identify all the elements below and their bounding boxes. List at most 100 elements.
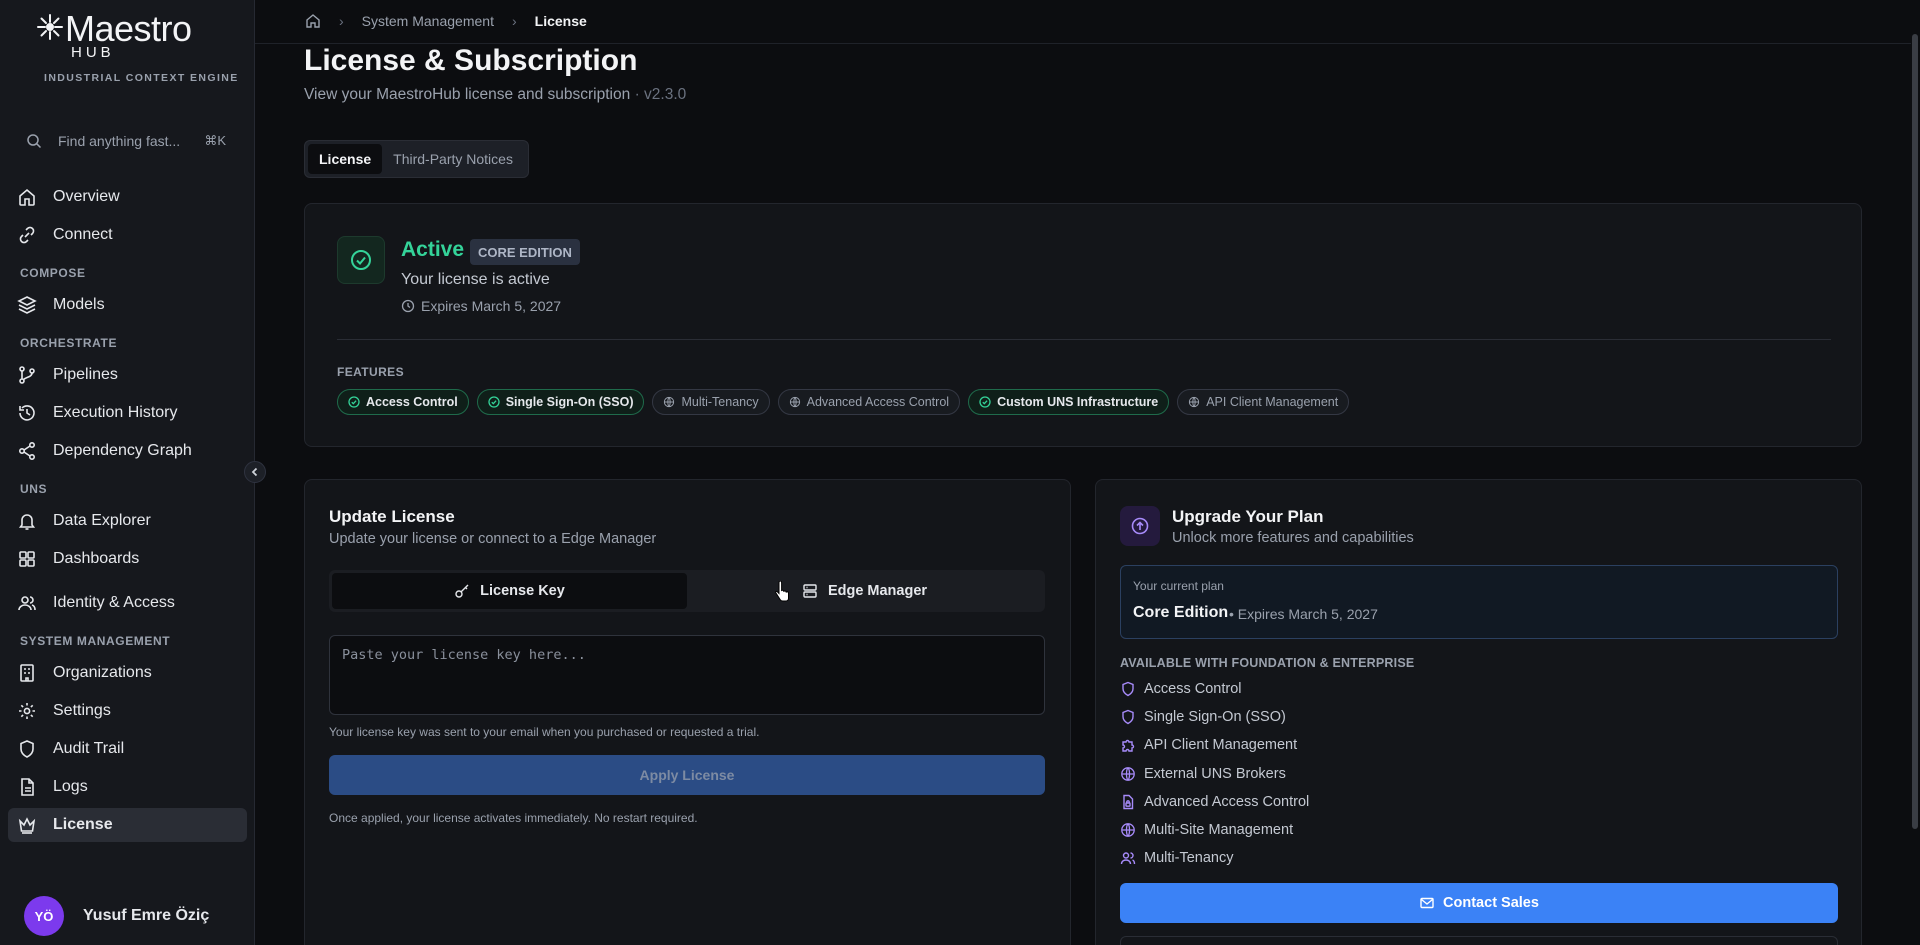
history-icon [19, 405, 35, 421]
feature-pill: Advanced Access Control [777, 389, 961, 415]
license-status: Active [401, 238, 465, 261]
available-feature-item: External UNS Brokers [1120, 763, 1520, 785]
sidebar-item-label: Logs [53, 778, 88, 795]
page-subtitle-text: View your MaestroHub license and subscri… [304, 86, 631, 103]
sidebar-collapse-button[interactable] [244, 461, 266, 483]
sidebar-item-connect[interactable]: Connect [8, 218, 247, 252]
chevron-right-icon: › [339, 13, 344, 29]
check-circle-icon [979, 396, 991, 408]
globe-icon [1188, 396, 1200, 408]
sidebar-item-pipelines[interactable]: Pipelines [8, 358, 247, 392]
chevron-left-icon [251, 467, 258, 477]
update-license-title: Update License [329, 507, 455, 526]
current-plan-box: Your current plan Core Edition • Expires… [1120, 565, 1838, 639]
apply-note: Once applied, your license activates imm… [329, 811, 698, 825]
current-plan-name: Core Edition [1133, 604, 1229, 621]
feature-pill: Custom UNS Infrastructure [968, 389, 1170, 415]
upgrade-plan-card: Upgrade Your Plan Unlock more features a… [1095, 479, 1862, 945]
breadcrumb-parent[interactable]: System Management [362, 13, 494, 29]
top-bar: › System Management › License [255, 0, 1920, 44]
upgrade-title: Upgrade Your Plan [1172, 507, 1324, 526]
users-icon [1120, 850, 1136, 866]
sidebar-item-data-explorer[interactable]: Data Explorer [8, 504, 247, 538]
crown-icon [18, 817, 36, 834]
available-feature-item: Advanced Access Control [1120, 791, 1520, 813]
brand-logo[interactable]: Maestro HUB INDUSTRIAL CONTEXT ENGINE [37, 10, 237, 84]
globe-icon [1120, 822, 1136, 838]
brand-tagline: INDUSTRIAL CONTEXT ENGINE [44, 72, 239, 84]
users-icon [18, 596, 36, 611]
license-key-hint: Your license key was sent to your email … [329, 725, 760, 739]
search-placeholder: Find anything fast... [58, 133, 181, 149]
page-subtitle: View your MaestroHub license and subscri… [304, 86, 686, 104]
maestro-logo-icon [37, 14, 63, 40]
license-status-message: Your license is active [401, 271, 550, 288]
available-feature-label: Single Sign-On (SSO) [1144, 709, 1286, 726]
breadcrumb-current: License [534, 13, 587, 29]
search-box[interactable]: Find anything fast... ⌘K [26, 130, 226, 152]
user-profile[interactable]: YÖ Yusuf Emre Öziç [24, 896, 209, 936]
sidebar-item-settings[interactable]: Settings [8, 694, 247, 728]
shield-icon [1120, 681, 1136, 697]
contact-sales-button[interactable]: Contact Sales [1120, 883, 1838, 923]
key-icon [455, 584, 469, 598]
sidebar-item-label: Connect [53, 226, 113, 243]
scrollbar-thumb[interactable] [1912, 34, 1918, 829]
available-feature-item: API Client Management [1120, 734, 1520, 756]
puzzle-icon [1120, 737, 1136, 753]
check-circle-icon [348, 396, 360, 408]
clock-icon [401, 299, 415, 313]
sidebar-item-logs[interactable]: Logs [8, 770, 247, 804]
breadcrumb: › System Management › License [305, 13, 587, 29]
sidebar-item-label: Organizations [53, 664, 152, 681]
sidebar-item-dashboards[interactable]: Dashboards [8, 542, 247, 576]
available-feature-item: Multi-Site Management [1120, 819, 1520, 841]
bell-icon [18, 514, 36, 530]
sidebar-item-license[interactable]: License [8, 808, 247, 842]
file-lock-icon [1120, 794, 1136, 810]
layers-icon [17, 296, 37, 314]
feature-list: Access Control Single Sign-On (SSO) Multi-… [337, 389, 1350, 415]
sidebar-item-label: Overview [53, 188, 120, 205]
feature-pill: API Client Management [1177, 389, 1350, 415]
available-feature-item: Multi-Tenancy [1120, 847, 1520, 869]
sidebar-item-models[interactable]: Models [8, 288, 247, 322]
user-name: Yusuf Emre Öziç [83, 907, 210, 924]
license-key-mode-button[interactable]: License Key [332, 573, 687, 609]
feature-pill: Multi-Tenancy [652, 389, 770, 415]
tab-license[interactable]: License [308, 144, 383, 174]
available-feature-label: API Client Management [1144, 737, 1298, 754]
feature-pill: Access Control [337, 389, 469, 415]
gear-icon [19, 703, 35, 719]
sidebar-item-dependency-graph[interactable]: Dependency Graph [8, 434, 247, 468]
apply-license-button[interactable]: Apply License [329, 755, 1045, 795]
tab-third-party-notices[interactable]: Third-Party Notices [382, 144, 524, 174]
license-status-card: Active CORE EDITION Your license is acti… [304, 203, 1862, 447]
pointer-cursor-icon [775, 581, 789, 602]
shield-icon [1120, 709, 1136, 725]
chevron-right-icon: › [511, 13, 517, 29]
arrow-up-circle-icon [1120, 506, 1160, 546]
feature-pill-label: Multi-Tenancy [681, 395, 759, 409]
nav-section-orchestrate: ORCHESTRATE [20, 336, 118, 350]
sidebar-item-execution-history[interactable]: Execution History [8, 396, 247, 430]
feature-pill-label: API Client Management [1206, 395, 1339, 409]
license-key-input[interactable] [329, 635, 1045, 715]
git-branch-icon [19, 366, 35, 384]
share-nodes-icon [18, 441, 36, 461]
feature-pill-label: Advanced Access Control [806, 395, 950, 409]
page-title: License & Subscription [304, 44, 638, 77]
current-plan-expiry: • Expires March 5, 2027 [1229, 606, 1378, 622]
feature-pill-label: Custom UNS Infrastructure [997, 395, 1159, 409]
edge-manager-mode-label: Edge Manager [827, 583, 928, 599]
edge-manager-mode-button[interactable]: Edge Manager [687, 573, 1042, 609]
sidebar-item-overview[interactable]: Overview [8, 180, 247, 214]
sidebar-item-organizations[interactable]: Organizations [8, 656, 247, 690]
version-label: · v2.3.0 [634, 86, 687, 103]
home-icon[interactable] [305, 13, 321, 29]
sidebar-item-identity-access[interactable]: Identity & Access [8, 586, 247, 620]
upgrade-subtitle: Unlock more features and capabilities [1172, 530, 1414, 546]
globe-icon [663, 396, 675, 408]
sidebar-item-audit-trail[interactable]: Audit Trail [8, 732, 247, 766]
sidebar-item-label: License [53, 816, 113, 833]
